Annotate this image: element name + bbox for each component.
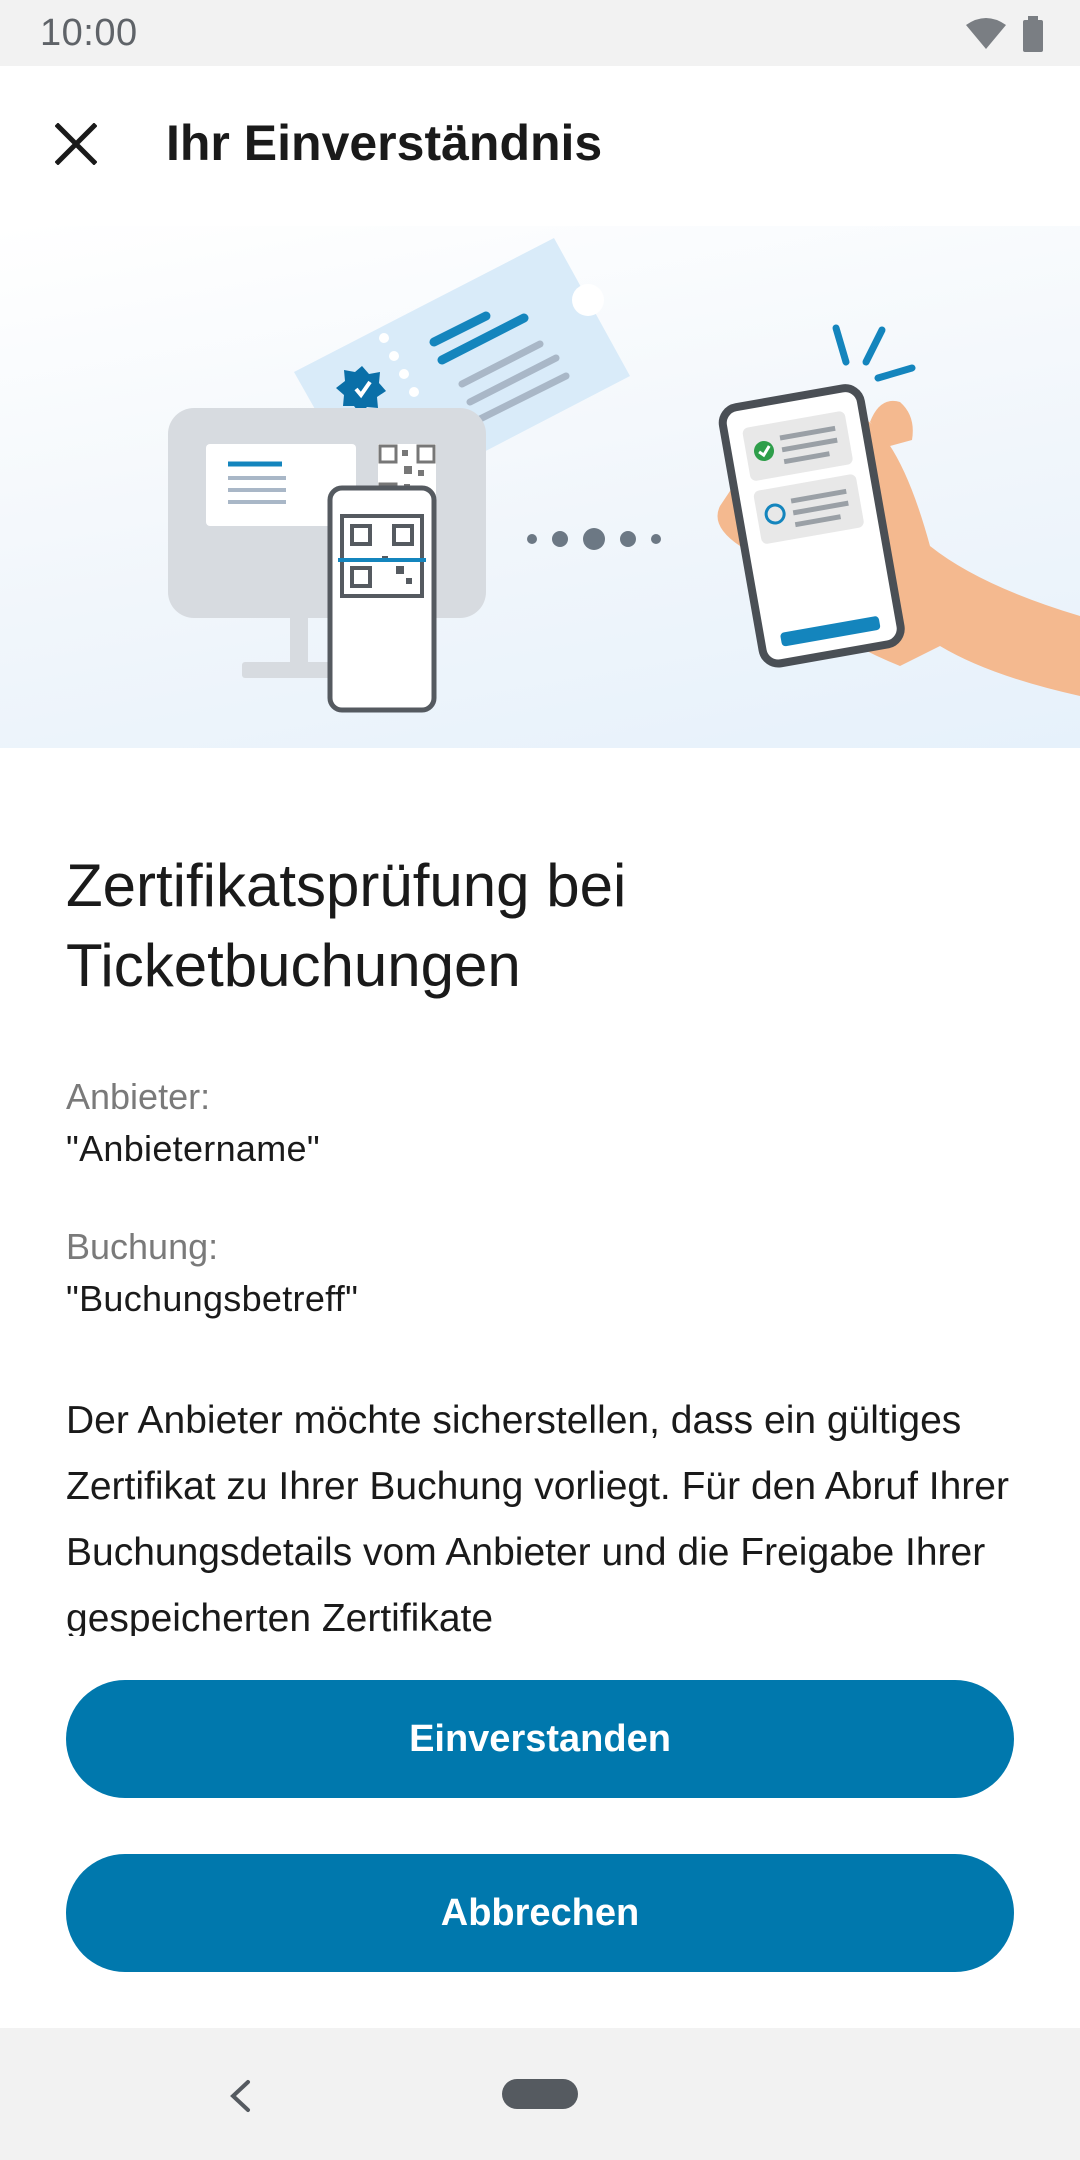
status-icons — [964, 14, 1044, 54]
provider-label: Anbieter: — [66, 1076, 211, 1117]
booking-label: Buchung: — [66, 1226, 219, 1267]
ticket-booking-illustration — [168, 238, 1080, 713]
content-area[interactable]: Zertifikatsprüfung bei Ticketbuchungen A… — [66, 748, 1014, 1636]
battery-icon — [1023, 16, 1043, 52]
cancel-button[interactable]: Abbrechen — [66, 1854, 1014, 1972]
close-button[interactable] — [38, 106, 114, 182]
monitor-graphic — [168, 408, 486, 678]
scanner-phone-graphic — [327, 485, 437, 713]
consent-body-text: Der Anbieter möchte sicherstellen, dass … — [66, 1399, 1009, 1636]
provider-value: "Anbietername" — [66, 1128, 320, 1169]
agree-button[interactable]: Einverstanden — [66, 1680, 1014, 1798]
back-chevron-icon — [230, 2080, 250, 2112]
booking-value: "Buchungsbetreff" — [66, 1278, 359, 1319]
page-title: Ihr Einverständnis — [166, 115, 603, 171]
headline: Zertifikatsprüfung bei Ticketbuchungen — [66, 852, 627, 999]
status-bar: 10:00 — [0, 0, 1080, 66]
close-icon — [55, 123, 97, 165]
home-pill-icon[interactable] — [502, 2079, 578, 2109]
status-time: 10:00 — [40, 12, 138, 54]
nav-back-button[interactable] — [210, 2066, 270, 2126]
consent-screen: 10:00 Ihr Einverständnis Zertifikatsprüf… — [0, 0, 1080, 2160]
connection-dots — [527, 528, 661, 550]
wifi-icon — [966, 18, 1006, 49]
navigation-bar — [0, 2028, 1080, 2160]
app-bar: Ihr Einverständnis — [0, 66, 1080, 226]
hand-phone-graphic — [717, 324, 1080, 696]
hero-illustration — [0, 226, 1080, 748]
